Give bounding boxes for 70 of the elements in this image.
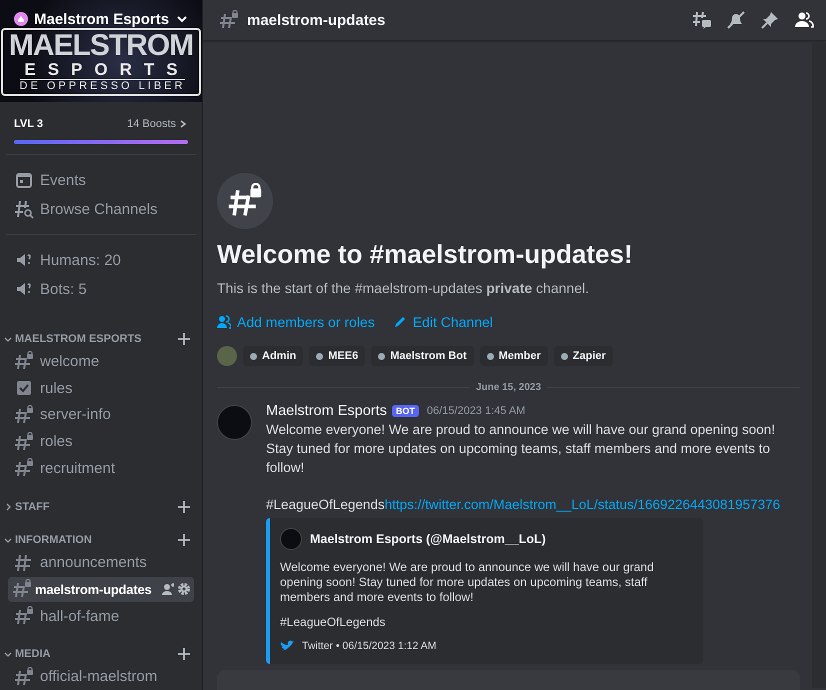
channel-item[interactable]: hall-of-fame <box>8 604 194 628</box>
chevron-right-icon <box>178 119 188 129</box>
role-tag[interactable]: MEE6 <box>309 346 366 366</box>
locked-hash-icon <box>14 606 34 626</box>
members-icon <box>217 315 231 329</box>
server-boost-icon <box>14 12 28 26</box>
browse-channels-item[interactable]: Browse Channels <box>8 195 194 224</box>
locked-hash-icon <box>14 351 34 372</box>
plus-icon[interactable] <box>178 534 190 546</box>
date-divider: June 15, 2023 <box>476 382 542 393</box>
locked-hash-icon <box>14 666 34 687</box>
channel-item[interactable]: welcome <box>8 348 194 374</box>
category-header[interactable]: MEDIA <box>0 645 202 664</box>
hash-search-icon <box>14 199 34 220</box>
threads-icon[interactable] <box>692 10 712 30</box>
welcome-title: Welcome to #maelstrom-updates! <box>217 239 634 270</box>
embed-text: Welcome everyone! We are proud to announce we will have our grand opening soon! Stay tuned for more updates on upcoming teams, staff members and more events to follow! <box>280 560 655 605</box>
embed-author[interactable]: Maelstrom Esports (@Maelstrom__LoL) <box>310 532 546 546</box>
stat-channel[interactable]: Humans: 20 <box>8 246 194 274</box>
avatar-circle <box>280 528 302 550</box>
tweet-link[interactable]: https://twitter.com/Maelstrom__LoL/status/1669226443081957376 <box>384 495 780 514</box>
locked-hash-icon <box>14 458 34 478</box>
welcome-subtitle: This is the start of the #maelstrom-updates private channel. <box>217 280 590 296</box>
locked-hash-icon <box>14 432 34 452</box>
settings-icon[interactable] <box>177 582 190 596</box>
server-name[interactable]: Maelstrom Esports <box>34 10 170 28</box>
locked-hash-icon <box>219 10 239 30</box>
hash-icon <box>14 552 34 573</box>
events-item[interactable]: Events <box>8 166 194 194</box>
channel-item[interactable]: rules <box>8 376 194 400</box>
server-logo: MAELSTROM ESPORTS DE OPPRESSO LIBER <box>0 28 202 96</box>
channel-item[interactable]: official-maelstrom <box>8 664 194 689</box>
plus-icon[interactable] <box>178 500 190 513</box>
locked-hash-icon <box>12 579 32 600</box>
channel-item[interactable]: roles <box>8 429 194 454</box>
role-tag[interactable]: Zapier <box>554 346 613 366</box>
muted-bell-icon[interactable] <box>726 10 746 30</box>
category-header[interactable]: MAELSTROM ESPORTS <box>0 330 202 348</box>
plus-icon[interactable] <box>178 333 190 346</box>
channel-item[interactable]: maelstrom-updates <box>8 576 194 602</box>
category-header[interactable]: STAFF <box>0 498 202 516</box>
channel-item[interactable]: announcements <box>8 550 194 575</box>
members-icon[interactable] <box>794 10 814 30</box>
message-text: Welcome everyone! We are proud to announce we will have our grand opening soon! Stay tuned for more updates on upcoming teams, staff members and more events to follow! <box>266 421 776 477</box>
pin-icon[interactable] <box>760 10 780 30</box>
channel-title: maelstrom-updates <box>247 12 386 28</box>
add-member-icon[interactable] <box>161 582 174 596</box>
message-timestamp: 06/15/2023 1:45 AM <box>426 405 526 417</box>
locked-hash-icon <box>14 404 34 425</box>
channel-item[interactable]: recruitment <box>8 456 194 481</box>
author-name[interactable]: Maelstrom Esports <box>266 403 387 419</box>
role-tag[interactable]: Member <box>480 346 548 366</box>
avatar-circle <box>217 346 237 366</box>
stat-channel[interactable]: Bots: 5 <box>8 275 194 304</box>
category-header[interactable]: INFORMATION <box>0 531 202 550</box>
bot-badge: BOT <box>392 405 419 417</box>
add-members-link[interactable]: Add members or roles <box>217 314 375 330</box>
channel-item[interactable]: server-info <box>8 402 194 428</box>
role-tag[interactable]: Admin <box>243 346 304 366</box>
boost-count-link[interactable]: 14 Boosts <box>127 118 188 130</box>
plus-icon[interactable] <box>178 648 190 660</box>
calendar-icon <box>14 170 34 190</box>
embed-hashtag: #LeagueOfLegends <box>280 615 386 630</box>
server-level: LVL 3 <box>14 118 43 130</box>
hashtag-text: #LeagueOfLegends <box>266 496 385 514</box>
embed-footer: Twitter • 06/15/2023 1:12 AM <box>302 640 436 652</box>
pencil-icon <box>392 315 407 329</box>
edit-channel-link[interactable]: Edit Channel <box>392 314 493 330</box>
bird-icon <box>280 640 294 652</box>
role-tag[interactable]: Maelstrom Bot <box>371 346 474 366</box>
